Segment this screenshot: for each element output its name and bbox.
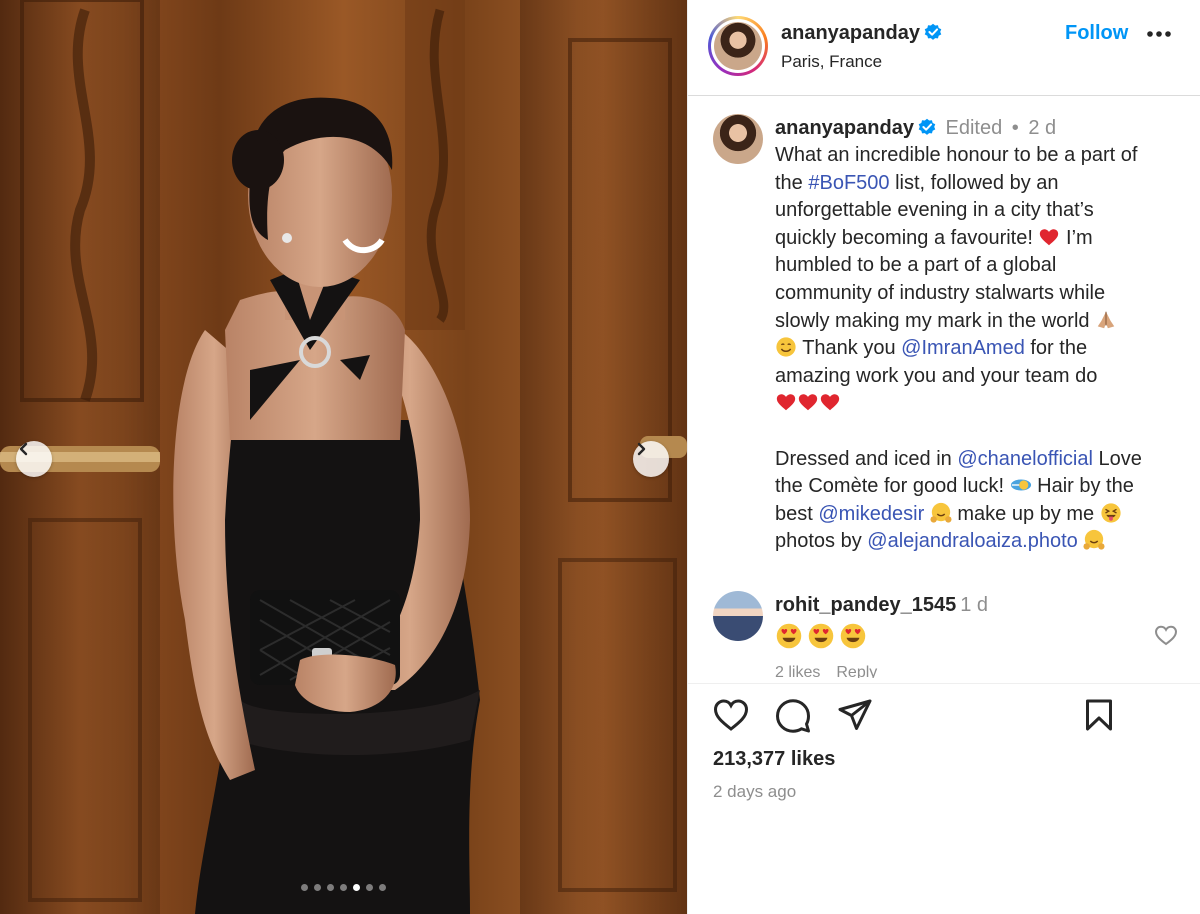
chevron-left-icon bbox=[19, 442, 28, 456]
caption-text-segment: the Comète for good luck! bbox=[775, 475, 1005, 498]
heart-eyes-emoji-icon bbox=[776, 623, 802, 649]
post-photo bbox=[0, 0, 687, 914]
heart-eyes-emoji-icon bbox=[808, 623, 834, 649]
caption-text: What an incredible honour to be a part o… bbox=[775, 142, 1185, 556]
likes-count[interactable]: 213,377 likes bbox=[713, 748, 835, 771]
more-horizontal-icon[interactable] bbox=[1146, 30, 1172, 38]
caption-line: amazing work you and your team do bbox=[775, 364, 1098, 387]
caption-line: the Comète for good luck! Hair by the bbox=[775, 473, 1185, 501]
caption-line: slowly making my mark in the world bbox=[775, 308, 1185, 336]
caption-text-segment: Dressed and iced in bbox=[775, 447, 958, 470]
caption-text-segment: slowly making my mark in the world bbox=[775, 309, 1090, 332]
caption-line: Dressed and iced in @chanelofficial Love bbox=[775, 446, 1185, 474]
caption-text-segment: quickly becoming a favourite! bbox=[775, 226, 1033, 249]
comment-header: rohit_pandey_1545 1 d bbox=[775, 594, 988, 617]
comment-time[interactable]: 1 d bbox=[960, 594, 988, 616]
post-detail-panel: ananyapanday Paris, France Follow ananya… bbox=[687, 0, 1200, 914]
story-ring[interactable] bbox=[708, 16, 768, 76]
post-header: ananyapanday Paris, France Follow bbox=[688, 0, 1200, 96]
bookmark-icon[interactable] bbox=[1084, 698, 1114, 732]
comment-actions: 2 likes Reply bbox=[775, 664, 893, 678]
avatar bbox=[714, 22, 762, 70]
carousel-indicator bbox=[0, 884, 687, 891]
follow-button[interactable]: Follow bbox=[1065, 22, 1128, 45]
edited-label: Edited bbox=[945, 117, 1003, 139]
mention-link[interactable]: @mikedesir bbox=[818, 503, 924, 525]
meta-separator: • bbox=[1011, 117, 1019, 139]
caption-text-segment: Hair by the bbox=[1031, 475, 1134, 498]
caption-text-segment: I’m bbox=[1060, 226, 1093, 249]
caption-line: photos by @alejandraloaiza.photo bbox=[775, 528, 1185, 556]
caption-line: humbled to be a part of a global bbox=[775, 254, 1057, 277]
post-location[interactable]: Paris, France bbox=[781, 52, 882, 72]
send-icon[interactable] bbox=[837, 698, 873, 732]
caption-line: unforgettable evening in a city that’s bbox=[775, 199, 1094, 222]
comment-likes[interactable]: 2 likes bbox=[775, 664, 820, 678]
caption-text-segment: the bbox=[775, 171, 809, 194]
author-username-text: ananyapanday bbox=[781, 22, 920, 44]
red-heart-emoji-icon bbox=[798, 394, 818, 411]
comment-username[interactable]: rohit_pandey_1545 bbox=[775, 594, 956, 616]
caption-line: What an incredible honour to be a part o… bbox=[775, 144, 1138, 166]
caption-text-segment: list, followed by an bbox=[889, 171, 1059, 194]
caption-text-segment: for the bbox=[1024, 337, 1088, 360]
mention-link[interactable]: @alejandraloaiza.photo bbox=[867, 530, 1077, 552]
author-username[interactable]: ananyapanday bbox=[781, 22, 942, 45]
carousel-dot bbox=[340, 884, 347, 891]
carousel-dot bbox=[366, 884, 373, 891]
caption-text-segment: Thank you bbox=[797, 337, 902, 360]
caption-line bbox=[775, 390, 1185, 418]
red-heart-emoji-icon bbox=[776, 394, 796, 411]
comment-icon[interactable] bbox=[775, 698, 811, 734]
comment-like-heart-icon[interactable] bbox=[1154, 624, 1178, 646]
verified-badge-icon bbox=[924, 23, 942, 40]
post-date: 2 days ago bbox=[713, 782, 797, 801]
hugging-face-emoji-icon bbox=[1083, 530, 1105, 550]
caption-line: Thank you @ImranAmed for the bbox=[775, 335, 1185, 363]
caption-line: community of industry stalwarts while bbox=[775, 281, 1106, 304]
folded-hands-emoji-icon bbox=[1097, 311, 1115, 328]
caption-header: ananyapanday Edited • 2 d bbox=[775, 117, 1056, 140]
caption-line: best @mikedesir make up by me bbox=[775, 501, 1185, 529]
carousel-next-button[interactable] bbox=[633, 441, 669, 477]
carousel-dot bbox=[379, 884, 386, 891]
caption-text-segment: make up by me bbox=[951, 502, 1095, 525]
comet-emoji-icon bbox=[1010, 479, 1031, 491]
mention-link[interactable]: @chanelofficial bbox=[957, 448, 1093, 470]
caption-line: the #BoF500 list, followed by an bbox=[775, 170, 1185, 198]
post-actions: 213,377 likes 2 days ago bbox=[688, 683, 1200, 914]
carousel-dot bbox=[327, 884, 334, 891]
photo-illustration bbox=[0, 0, 687, 914]
caption-text-segment: photos by bbox=[775, 530, 868, 553]
mention-link[interactable]: @ImranAmed bbox=[901, 337, 1025, 359]
carousel-dot bbox=[314, 884, 321, 891]
carousel-dot bbox=[353, 884, 360, 891]
chevron-right-icon bbox=[637, 442, 646, 456]
heart-eyes-emoji-icon bbox=[840, 623, 866, 649]
red-heart-emoji-icon bbox=[820, 394, 840, 411]
caption-text-segment: Love bbox=[1092, 447, 1142, 470]
caption-time[interactable]: 2 d bbox=[1028, 117, 1056, 139]
squinting-tongue-emoji-icon bbox=[1101, 503, 1121, 523]
hashtag-link[interactable]: #BoF500 bbox=[808, 172, 889, 194]
reply-button[interactable]: Reply bbox=[836, 664, 877, 678]
caption-username[interactable]: ananyapanday bbox=[775, 117, 914, 139]
carousel-prev-button[interactable] bbox=[16, 441, 52, 477]
verified-badge-icon bbox=[918, 118, 936, 135]
caption-text-segment: best bbox=[775, 502, 819, 525]
smiling-face-emoji-icon bbox=[776, 337, 796, 357]
red-heart-emoji-icon bbox=[1040, 228, 1059, 246]
heart-icon[interactable] bbox=[713, 698, 749, 732]
comment-text bbox=[775, 622, 867, 650]
commenter-avatar[interactable] bbox=[713, 591, 763, 641]
carousel-dot bbox=[301, 884, 308, 891]
hugging-face-emoji-icon bbox=[930, 502, 952, 523]
caption-line: quickly becoming a favourite! I’m bbox=[775, 225, 1185, 253]
caption-avatar[interactable] bbox=[713, 114, 763, 164]
